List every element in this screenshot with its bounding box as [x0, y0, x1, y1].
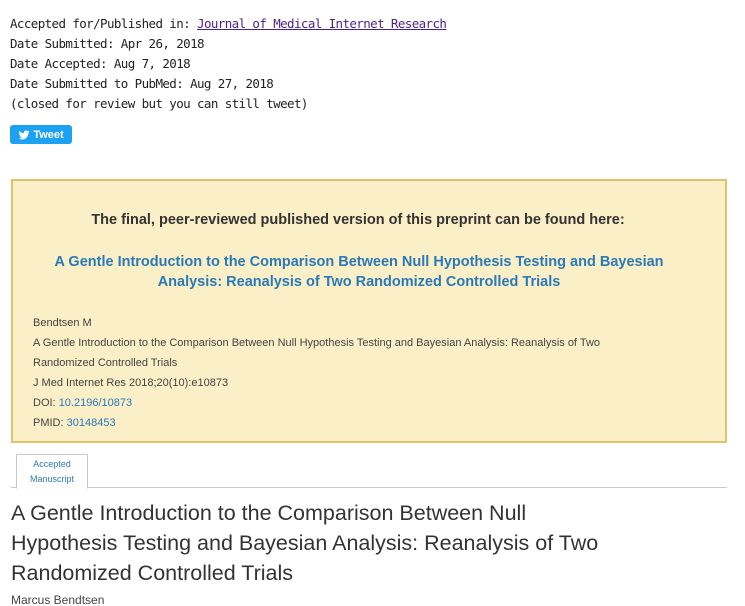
published-article-link-line2[interactable]: Analysis: Reanalysis of Two Randomized C…	[13, 272, 705, 292]
date-submitted: Date Submitted: Apr 26, 2018	[10, 36, 205, 51]
preprint-metadata: Accepted for/Published in: Journal of Me…	[10, 14, 447, 114]
pmid-label: PMID:	[33, 417, 64, 429]
citation-title-line2: Randomized Controlled Trials	[33, 357, 178, 369]
article-author: Marcus Bendtsen	[11, 593, 105, 606]
citation: Bendtsen M A Gentle Introduction to the …	[33, 313, 693, 433]
journal-link[interactable]: Journal of Medical Internet Research	[197, 16, 447, 31]
manuscript-tabs: Accepted Manuscript	[11, 454, 727, 489]
citation-title-line1: A Gentle Introduction to the Comparison …	[33, 337, 601, 349]
citation-pmid: PMID: 30148453	[33, 413, 693, 433]
article-title-line2: Hypothesis Testing and Bayesian Analysis…	[11, 531, 599, 555]
pmid-link[interactable]: 30148453	[67, 417, 116, 429]
doi-label: DOI:	[33, 397, 56, 409]
article-title: A Gentle Introduction to the Comparison …	[11, 498, 711, 588]
published-article-link-line1[interactable]: A Gentle Introduction to the Comparison …	[13, 252, 705, 272]
published-article-link[interactable]: A Gentle Introduction to the Comparison …	[13, 252, 705, 292]
published-version-notice: The final, peer-reviewed published versi…	[11, 179, 727, 443]
citation-doi: DOI: 10.2196/10873	[33, 393, 693, 413]
date-accepted: Date Accepted: Aug 7, 2018	[10, 56, 191, 71]
citation-author: Bendtsen M	[33, 317, 92, 329]
review-status-note: (closed for review but you can still twe…	[10, 96, 308, 111]
twitter-bird-icon	[18, 129, 30, 139]
published-in-row: Accepted for/Published in: Journal of Me…	[10, 14, 447, 34]
published-in-label: Accepted for/Published in:	[10, 16, 191, 31]
tweet-button[interactable]: Tweet	[10, 125, 72, 144]
tweet-label: Tweet	[33, 128, 64, 141]
article-title-line1: A Gentle Introduction to the Comparison …	[11, 501, 527, 525]
notice-heading: The final, peer-reviewed published versi…	[91, 212, 625, 228]
tab-accepted-manuscript[interactable]: Accepted Manuscript	[16, 454, 88, 489]
citation-journal: J Med Internet Res 2018;20(10):e10873	[33, 377, 229, 389]
tab-label-line1: Accepted	[33, 459, 71, 469]
tab-label-line2: Manuscript	[29, 474, 74, 484]
date-submitted-pubmed: Date Submitted to PubMed: Aug 27, 2018	[10, 76, 274, 91]
article-title-line3: Randomized Controlled Trials	[11, 561, 294, 585]
doi-link[interactable]: 10.2196/10873	[59, 397, 132, 409]
